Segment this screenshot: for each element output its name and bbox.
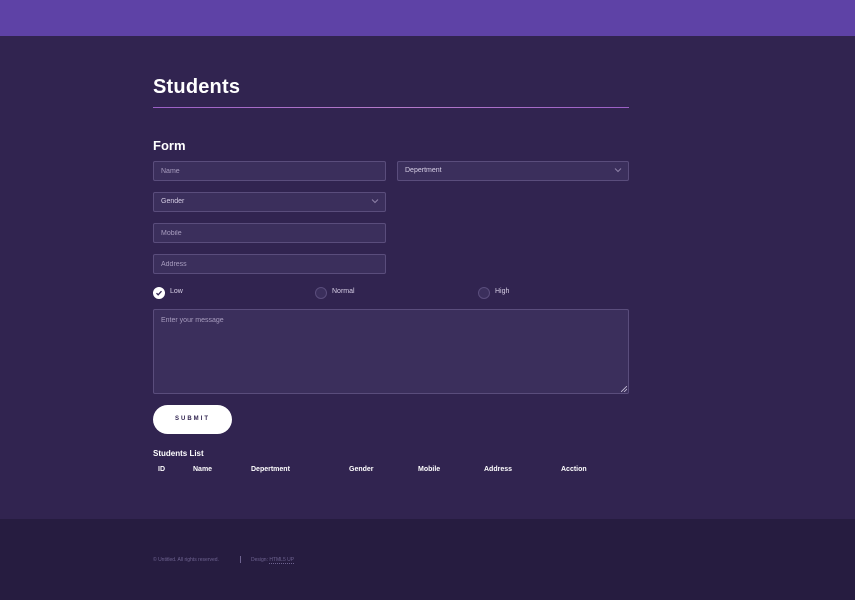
- name-field[interactable]: [153, 161, 386, 181]
- name-input[interactable]: [161, 162, 385, 180]
- department-select-value: Depertment: [405, 167, 442, 174]
- footer-separator: [240, 556, 241, 563]
- address-field[interactable]: [153, 254, 386, 274]
- column-header-address: Address: [484, 466, 513, 473]
- main-content: Students Form: [153, 36, 629, 154]
- radio-high-label: High: [495, 288, 510, 295]
- message-textarea[interactable]: [154, 310, 628, 393]
- submit-button[interactable]: SUBMIT: [153, 405, 232, 434]
- radio-high-circle-icon[interactable]: [478, 287, 490, 299]
- top-header-bar: [0, 0, 855, 36]
- footer-design-prefix: Design:: [251, 557, 268, 563]
- mobile-input[interactable]: [161, 224, 385, 242]
- mobile-field[interactable]: [153, 223, 386, 243]
- radio-normal-label: Normal: [332, 288, 355, 295]
- radio-normal-circle-icon[interactable]: [315, 287, 327, 299]
- column-header-gender: Gender: [349, 466, 374, 473]
- resize-grip-icon[interactable]: [621, 386, 627, 392]
- gender-select[interactable]: Gender: [153, 192, 386, 212]
- address-input[interactable]: [161, 255, 385, 273]
- radio-low-checked-icon[interactable]: [153, 287, 165, 299]
- column-header-id: ID: [158, 466, 165, 473]
- chevron-down-icon: [614, 168, 622, 173]
- gender-select-value: Gender: [161, 198, 185, 205]
- column-header-name: Name: [193, 466, 213, 473]
- column-header-mobile: Mobile: [418, 466, 441, 473]
- message-field[interactable]: [153, 309, 629, 394]
- column-header-department: Depertment: [251, 466, 290, 473]
- form-title: Form: [153, 138, 186, 153]
- radio-low-label: Low: [170, 288, 183, 295]
- footer-design-link[interactable]: HTML5 UP: [269, 557, 295, 564]
- students-list-title: Students List: [153, 449, 204, 458]
- footer-copyright: © Untitled. All rights reserved.: [153, 557, 219, 563]
- department-select[interactable]: Depertment: [397, 161, 629, 181]
- footer: [0, 519, 855, 600]
- page-title: Students: [153, 76, 241, 98]
- column-header-action: Acction: [561, 466, 587, 473]
- title-divider: [153, 107, 629, 108]
- footer-design-credit: Design: HTML5 UP: [251, 557, 295, 564]
- chevron-down-icon: [371, 199, 379, 204]
